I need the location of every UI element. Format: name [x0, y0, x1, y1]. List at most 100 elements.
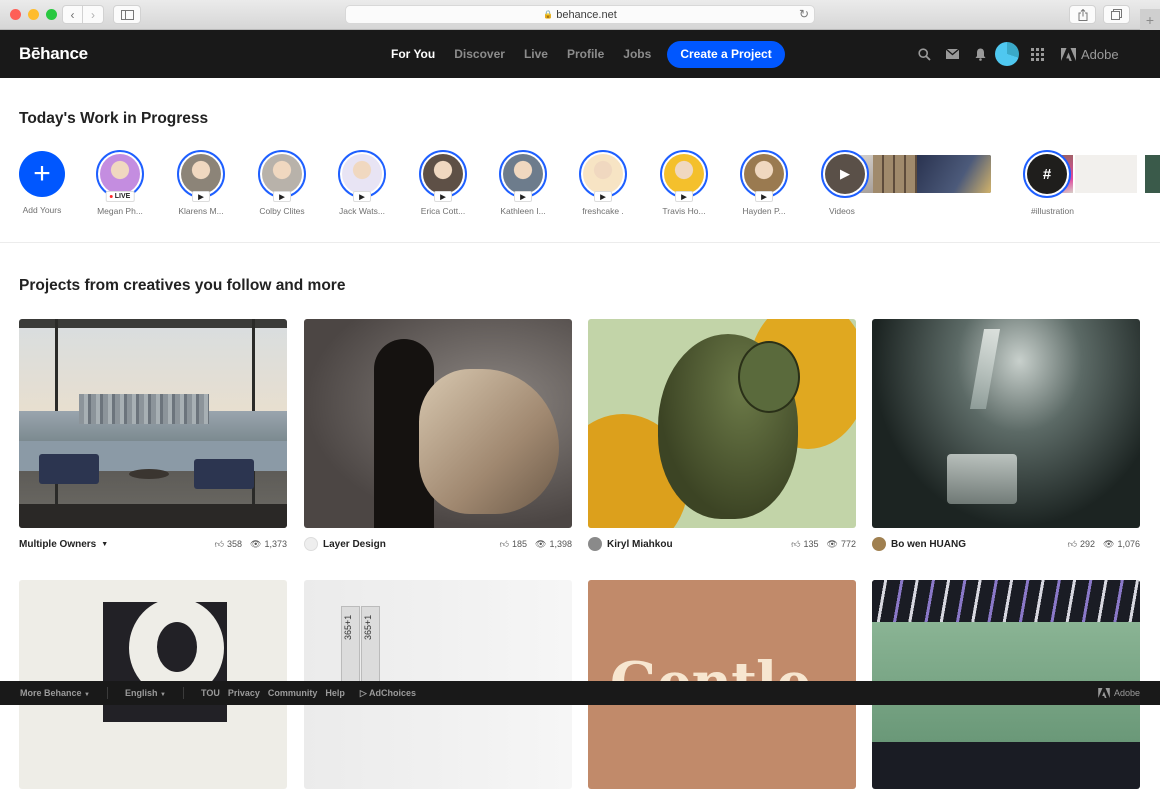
url-text: behance.net — [556, 8, 617, 21]
add-yours-item[interactable]: + Add Yours — [2, 150, 82, 215]
share-button[interactable] — [1069, 5, 1096, 24]
story-avatar[interactable]: ▶ — [258, 150, 306, 202]
minimize-window-button[interactable] — [28, 9, 39, 20]
story-avatar[interactable]: ▶ — [740, 150, 788, 202]
more-behance-label: More Behance — [20, 688, 82, 698]
story-avatar[interactable]: ▶ — [338, 150, 386, 202]
project-card[interactable]: Layer Design 👍︎ 185 👁︎ 1,398 — [304, 319, 572, 560]
story-avatar[interactable]: LIVE — [96, 150, 144, 202]
project-thumbnail[interactable] — [19, 319, 287, 528]
owner-avatar — [872, 537, 886, 551]
footer-link-tou[interactable]: TOU — [201, 688, 220, 698]
story-avatar[interactable]: ▶ — [499, 150, 547, 202]
views-count: 1,373 — [264, 539, 287, 549]
footer-divider — [182, 687, 184, 699]
owner-link[interactable]: Kiryl Miahkou — [588, 537, 673, 551]
avatar-image — [100, 154, 140, 194]
likes-count: 185 — [512, 539, 528, 549]
nav-discover[interactable]: Discover — [454, 47, 505, 61]
project-card[interactable]: Kiryl Miahkou 👍︎ 135 👁︎ 772 — [588, 319, 856, 560]
nav-live[interactable]: Live — [524, 47, 548, 61]
project-thumbnail[interactable] — [304, 319, 572, 528]
eye-icon: 👁︎ — [250, 538, 262, 549]
play-icon: ▶ — [755, 191, 773, 202]
wip-story-item[interactable]: ▶ Kathleen I... — [483, 150, 563, 216]
wip-story-item[interactable]: ▶ freshcake . — [563, 150, 643, 216]
search-icon[interactable] — [918, 47, 931, 61]
wip-label: Videos — [829, 206, 855, 216]
wip-story-item[interactable]: ▶ Travis Ho... — [644, 150, 724, 216]
reload-icon[interactable]: ↻ — [799, 7, 809, 21]
play-icon: ▶ — [514, 191, 532, 202]
new-tab-button[interactable]: + — [1140, 9, 1160, 30]
wip-story-item[interactable]: ▶ Colby Clites — [242, 150, 322, 216]
views-count: 1,076 — [1117, 539, 1140, 549]
project-thumbnail[interactable] — [588, 319, 856, 528]
owner-link[interactable]: Layer Design — [304, 537, 386, 551]
owner-link[interactable]: Bo wen HUANG — [872, 537, 966, 551]
footer-adobe-link[interactable]: Adobe — [1098, 688, 1140, 698]
tabs-overview-button[interactable] — [1103, 5, 1130, 24]
adobe-link[interactable]: Adobe — [1061, 47, 1119, 62]
behance-logo[interactable]: Bēhance — [19, 44, 88, 64]
footer: More Behance ▼ English ▼ TOU Privacy Com… — [0, 681, 1160, 705]
videos-circle: ▶ — [821, 150, 869, 198]
story-avatar[interactable]: ▶ — [177, 150, 225, 202]
play-icon: ▶ — [273, 191, 291, 202]
language-dropdown[interactable]: English ▼ — [125, 688, 166, 698]
story-avatar[interactable]: ▶ — [419, 150, 467, 202]
footer-divider — [107, 687, 108, 699]
back-button[interactable]: ‹ — [62, 5, 83, 24]
project-card[interactable]: Bo wen HUANG 👍︎ 292 👁︎ 1,076 — [872, 319, 1140, 560]
nav-jobs[interactable]: Jobs — [623, 47, 651, 61]
wip-story-item[interactable]: ▶ Erica Cott... — [403, 150, 483, 216]
mail-icon[interactable] — [946, 49, 959, 59]
wip-story-item[interactable]: ▶ Jack Wats... — [322, 150, 402, 216]
avatar-image — [262, 154, 302, 194]
user-avatar[interactable] — [995, 42, 1019, 66]
avatar-image — [583, 154, 623, 194]
adchoices-link[interactable]: ▷ AdChoices — [360, 688, 416, 699]
wip-collection-illustration[interactable]: # #illustration — [1005, 150, 1160, 216]
plus-icon: + — [1145, 11, 1155, 28]
notifications-bell-icon[interactable] — [975, 48, 986, 61]
wip-label: Add Yours — [22, 205, 62, 215]
close-window-button[interactable] — [10, 9, 21, 20]
footer-link-privacy[interactable]: Privacy — [228, 688, 260, 698]
story-avatar[interactable]: ▶ — [660, 150, 708, 202]
owner-avatar — [304, 537, 318, 551]
lock-icon: 🔒 — [543, 10, 554, 19]
thumbs-up-icon: 👍︎ — [1067, 538, 1077, 549]
project-card[interactable]: Multiple Owners ▼ 👍︎ 358 👁︎ 1,373 — [19, 319, 287, 560]
top-navigation: Bēhance For You Discover Live Profile Jo… — [0, 30, 1160, 78]
more-behance-dropdown[interactable]: More Behance ▼ — [20, 688, 90, 698]
play-icon: ▶ — [192, 191, 210, 202]
wip-carousel: + Add Yours LIVE Megan Ph... ▶ Klarens M...… — [0, 150, 1160, 220]
nav-profile[interactable]: Profile — [567, 47, 604, 61]
forward-button[interactable]: › — [83, 5, 104, 24]
sidebar-toggle-button[interactable] — [113, 5, 141, 24]
wip-collection-videos[interactable]: ▶ Videos — [803, 150, 993, 216]
project-thumbnail[interactable] — [872, 319, 1140, 528]
add-icon[interactable]: + — [19, 151, 65, 197]
wip-story-item[interactable]: LIVE Megan Ph... — [80, 150, 160, 216]
story-avatar[interactable]: ▶ — [579, 150, 627, 202]
maximize-window-button[interactable] — [46, 9, 57, 20]
wip-label: Colby Clites — [259, 206, 305, 216]
adobe-logo-icon — [1061, 47, 1076, 61]
chevron-left-icon: ‹ — [70, 7, 75, 22]
wip-label: Hayden P... — [742, 206, 786, 216]
footer-link-help[interactable]: Help — [325, 688, 345, 698]
create-project-button[interactable]: Create a Project — [667, 40, 785, 68]
wip-label: Megan Ph... — [97, 206, 143, 216]
wip-story-item[interactable]: ▶ Hayden P... — [724, 150, 804, 216]
footer-link-community[interactable]: Community — [268, 688, 318, 698]
owner-avatar — [588, 537, 602, 551]
project-stats: 👍︎ 292 👁︎ 1,076 — [1068, 539, 1140, 550]
address-bar[interactable]: 🔒 behance.net ↻ — [345, 5, 815, 24]
wip-label: Klarens M... — [178, 206, 224, 216]
wip-story-item[interactable]: ▶ Klarens M... — [161, 150, 241, 216]
apps-grid-icon[interactable] — [1031, 47, 1044, 61]
nav-for-you[interactable]: For You — [391, 47, 435, 61]
owner-link[interactable]: Multiple Owners ▼ — [19, 539, 108, 550]
